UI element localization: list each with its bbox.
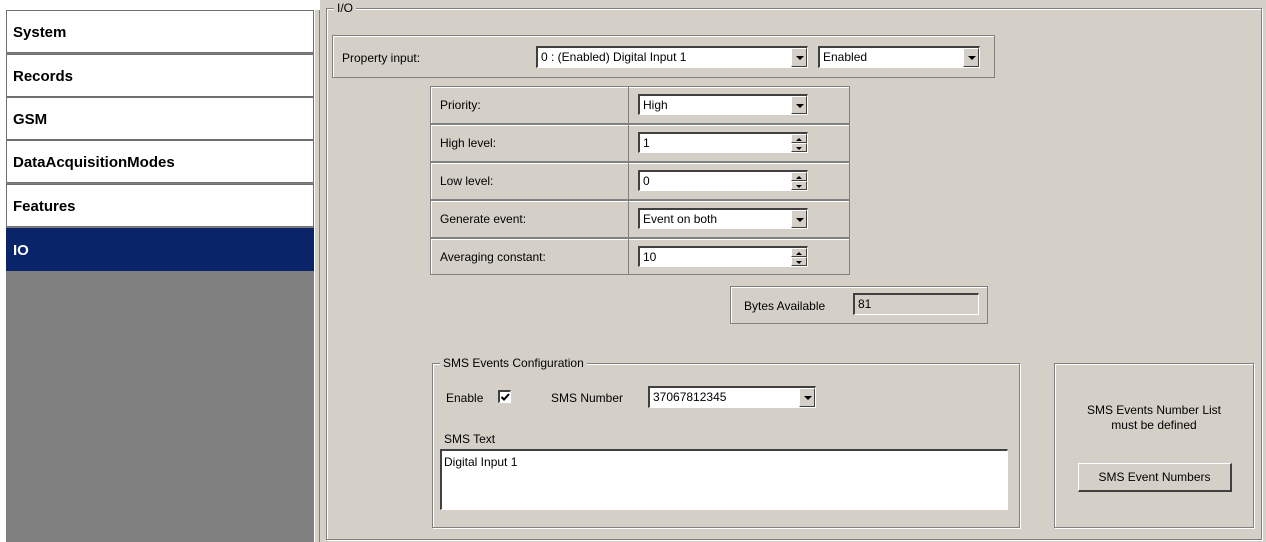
property-input-value: 0 : (Enabled) Digital Input 1 [541,50,687,64]
averaging-constant-label: Averaging constant: [440,250,546,264]
property-state-value: Enabled [823,50,868,64]
sidebar-item-data-acquisition-modes[interactable]: DataAcquisitionModes [6,140,314,183]
priority-value: High [643,98,668,112]
high-level-label: High level: [440,136,497,150]
sidebar-item-records[interactable]: Records [6,54,314,97]
high-level-spinner[interactable]: 1 [638,132,808,153]
spin-up-icon[interactable] [791,134,807,143]
sms-text-value: Digital Input 1 [444,455,518,469]
spinner-buttons [791,248,807,266]
sms-number-select[interactable]: 37067812345 [648,386,816,408]
bytes-available-label: Bytes Available [744,299,826,313]
chevron-down-icon[interactable] [791,48,807,67]
sms-numbers-message: SMS Events Number List must be defined [1054,403,1254,433]
sms-config-title: SMS Events Configuration [440,356,587,370]
chevron-down-icon[interactable] [799,388,815,407]
chevron-down-icon[interactable] [963,48,979,67]
chevron-down-icon[interactable] [791,210,807,228]
enable-label: Enable [446,391,484,405]
checkmark-icon [500,393,510,401]
params-column-divider [628,86,629,275]
io-settings-panel: I/O Property input: 0 : (Enabled) Digita… [320,0,1266,542]
spin-up-icon[interactable] [791,248,807,257]
sidebar-item-gsm[interactable]: GSM [6,97,314,140]
low-level-spinner[interactable]: 0 [638,170,808,191]
spin-up-icon[interactable] [791,172,807,181]
spin-down-icon[interactable] [791,257,807,266]
bytes-available-value: 81 [858,297,872,311]
spin-down-icon[interactable] [791,143,807,152]
generate-event-value: Event on both [643,212,718,226]
sidebar-nav: System Records GSM DataAcquisitionModes … [6,10,314,542]
generate-event-label: Generate event: [440,212,527,226]
sms-numbers-message-line2: must be defined [1111,418,1197,432]
low-level-value: 0 [643,174,650,188]
bytes-available-field: 81 [853,293,979,315]
spinner-buttons [791,172,807,190]
chevron-down-icon[interactable] [791,96,807,114]
high-level-value: 1 [643,136,650,150]
averaging-constant-value: 10 [643,250,657,264]
property-state-select[interactable]: Enabled [818,46,980,68]
spinner-buttons [791,134,807,152]
io-groupbox-title: I/O [334,1,357,15]
sms-text-area[interactable]: Digital Input 1 [440,449,1008,510]
generate-event-select[interactable]: Event on both [638,208,808,229]
sms-number-value: 37067812345 [653,390,727,404]
sms-text-label: SMS Text [444,432,496,446]
averaging-constant-spinner[interactable]: 10 [638,246,808,267]
enable-checkbox[interactable] [498,390,511,403]
property-input-label: Property input: [342,51,421,65]
sms-numbers-message-line1: SMS Events Number List [1086,403,1222,417]
priority-label: Priority: [440,98,481,112]
sms-event-numbers-button[interactable]: SMS Event Numbers [1078,463,1232,492]
sms-number-label: SMS Number [551,391,624,405]
sidebar-item-io[interactable]: IO [6,228,314,271]
low-level-label: Low level: [440,174,494,188]
property-input-select[interactable]: 0 : (Enabled) Digital Input 1 [536,46,808,68]
sms-numbers-panel [1054,363,1254,528]
sidebar-item-features[interactable]: Features [6,184,314,227]
priority-select[interactable]: High [638,94,808,115]
spin-down-icon[interactable] [791,181,807,190]
sidebar-item-system[interactable]: System [6,10,314,53]
